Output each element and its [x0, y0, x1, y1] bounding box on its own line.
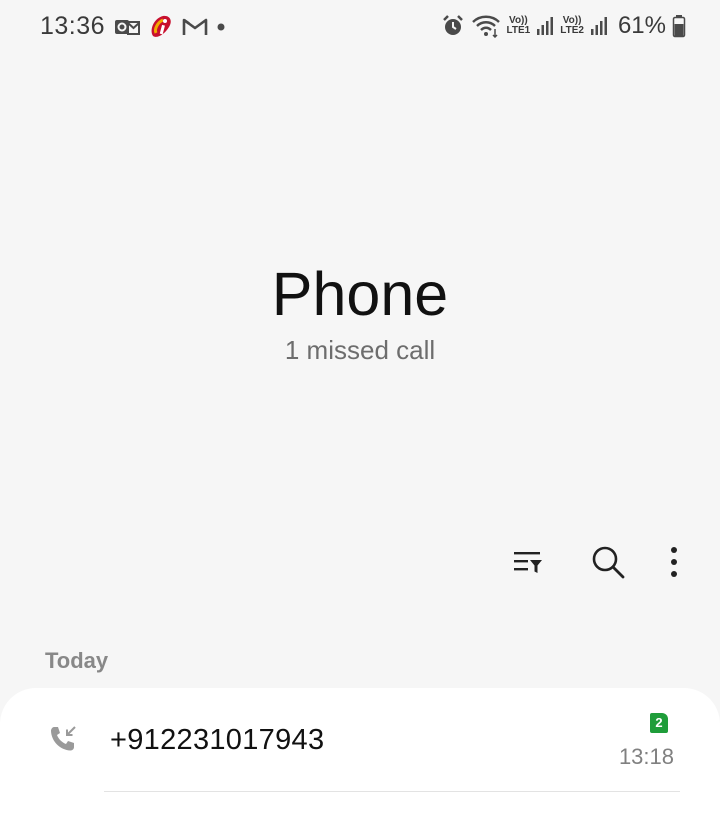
- call-number: +912231017943: [110, 724, 325, 756]
- toolbar: [504, 540, 684, 588]
- bank-app-icon: [148, 14, 174, 40]
- battery-percent: 61%: [617, 12, 666, 39]
- sim2-label: LTE2: [560, 25, 584, 36]
- more-options-icon: [670, 546, 678, 583]
- wifi-icon: [471, 14, 501, 38]
- more-notifications-dot-icon: [216, 22, 226, 32]
- call-log-list: +912231017943 2 13:18: [0, 688, 720, 828]
- row-divider: [104, 791, 680, 792]
- incoming-call-icon: [48, 724, 78, 759]
- notification-icons: [114, 14, 226, 40]
- section-header-today: Today: [45, 648, 109, 673]
- status-bar: 13:36 Vo)) LTE1 Vo)) LTE2 61%: [0, 0, 720, 54]
- sim1-network-indicator: Vo)) LTE1: [507, 16, 531, 36]
- battery-icon: [672, 14, 686, 38]
- filter-icon: [512, 547, 544, 582]
- signal-sim2-icon: [590, 15, 608, 37]
- sim2-network-indicator: Vo)) LTE2: [560, 16, 584, 36]
- status-time: 13:36: [40, 12, 106, 40]
- sim1-label: LTE1: [506, 25, 531, 36]
- page-title: Phone: [271, 260, 449, 328]
- gmail-icon: [182, 17, 208, 37]
- signal-sim1-icon: [536, 15, 554, 37]
- header: Phone 1 missed call: [0, 255, 720, 366]
- call-time: 13:18: [618, 744, 674, 769]
- sim-badge: 2: [650, 713, 668, 733]
- more-options-button[interactable]: [664, 540, 684, 588]
- search-icon: [590, 544, 626, 585]
- search-button[interactable]: [584, 540, 632, 588]
- filter-button[interactable]: [504, 540, 552, 588]
- alarm-icon: [441, 14, 465, 38]
- system-icons: Vo)) LTE1 Vo)) LTE2 61%: [441, 12, 686, 40]
- outlook-icon: [114, 16, 140, 38]
- missed-call-summary: 1 missed call: [284, 335, 436, 365]
- call-log-entry[interactable]: +912231017943 2 13:18: [0, 688, 720, 793]
